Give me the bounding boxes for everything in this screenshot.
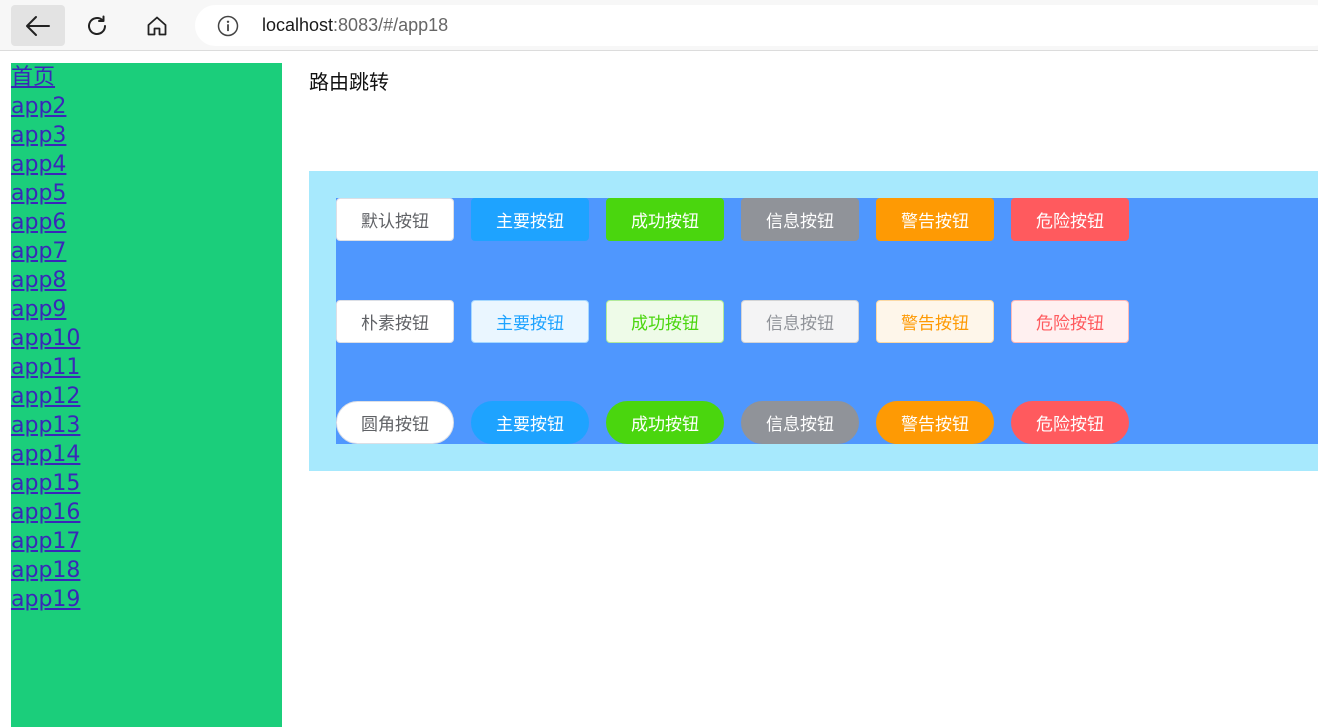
round-primary-button[interactable]: 主要按钮 (471, 401, 589, 444)
home-icon (147, 16, 167, 35)
button-row-solid: 默认按钮 主要按钮 成功按钮 信息按钮 警告按钮 危险按钮 (336, 198, 1129, 241)
info-button[interactable]: 信息按钮 (741, 198, 859, 241)
sidebar-link-app13[interactable]: app13 (11, 411, 282, 440)
sidebar-link-app16[interactable]: app16 (11, 498, 282, 527)
sidebar-link-app7[interactable]: app7 (11, 237, 282, 266)
url-host: localhost (262, 15, 334, 35)
sidebar-link-app14[interactable]: app14 (11, 440, 282, 469)
sidebar-link-app19[interactable]: app19 (11, 585, 282, 614)
button-row-round: 圆角按钮 主要按钮 成功按钮 信息按钮 警告按钮 危险按钮 (336, 401, 1129, 444)
round-danger-button[interactable]: 危险按钮 (1011, 401, 1129, 444)
round-info-button[interactable]: 信息按钮 (741, 401, 859, 444)
back-button[interactable] (11, 5, 65, 46)
browser-toolbar: localhost:8083/#/app18 (0, 0, 1318, 51)
back-arrow-icon (26, 15, 50, 36)
home-button[interactable] (130, 5, 184, 46)
button-row-plain: 朴素按钮 主要按钮 成功按钮 信息按钮 警告按钮 危险按钮 (336, 300, 1129, 343)
sidebar-link-app4[interactable]: app4 (11, 150, 282, 179)
success-button[interactable]: 成功按钮 (606, 198, 724, 241)
sidebar-link-app9[interactable]: app9 (11, 295, 282, 324)
sidebar-link-app6[interactable]: app6 (11, 208, 282, 237)
url-path: :8083/#/app18 (333, 15, 449, 35)
primary-button[interactable]: 主要按钮 (471, 198, 589, 241)
round-warning-button[interactable]: 警告按钮 (876, 401, 994, 444)
sidebar-link-app17[interactable]: app17 (11, 527, 282, 556)
sidebar-link-app5[interactable]: app5 (11, 179, 282, 208)
sidebar-link-app2[interactable]: app2 (11, 92, 282, 121)
sidebar-link-app8[interactable]: app8 (11, 266, 282, 295)
plain-primary-button[interactable]: 主要按钮 (471, 300, 589, 343)
url-text[interactable]: localhost:8083/#/app18 (262, 15, 448, 36)
round-success-button[interactable]: 成功按钮 (606, 401, 724, 444)
sidebar-link-app11[interactable]: app11 (11, 353, 282, 382)
page-title: 路由跳转 (309, 70, 389, 94)
address-bar[interactable]: localhost:8083/#/app18 (195, 5, 1318, 46)
plain-warning-button[interactable]: 警告按钮 (876, 300, 994, 343)
sidebar: 首页 app2 app3 app4 app5 app6 app7 app8 ap… (11, 63, 282, 727)
sidebar-link-app15[interactable]: app15 (11, 469, 282, 498)
sidebar-link-app10[interactable]: app10 (11, 324, 282, 353)
plain-default-button[interactable]: 朴素按钮 (336, 300, 454, 343)
info-icon[interactable] (217, 15, 239, 37)
round-default-button[interactable]: 圆角按钮 (336, 401, 454, 444)
sidebar-link-app18[interactable]: app18 (11, 556, 282, 585)
plain-danger-button[interactable]: 危险按钮 (1011, 300, 1129, 343)
warning-button[interactable]: 警告按钮 (876, 198, 994, 241)
plain-success-button[interactable]: 成功按钮 (606, 300, 724, 343)
reload-button[interactable] (70, 5, 124, 46)
default-button[interactable]: 默认按钮 (336, 198, 454, 241)
reload-icon (88, 15, 106, 35)
danger-button[interactable]: 危险按钮 (1011, 198, 1129, 241)
sidebar-link-app12[interactable]: app12 (11, 382, 282, 411)
plain-info-button[interactable]: 信息按钮 (741, 300, 859, 343)
sidebar-link-home[interactable]: 首页 (11, 63, 282, 92)
sidebar-link-app3[interactable]: app3 (11, 121, 282, 150)
